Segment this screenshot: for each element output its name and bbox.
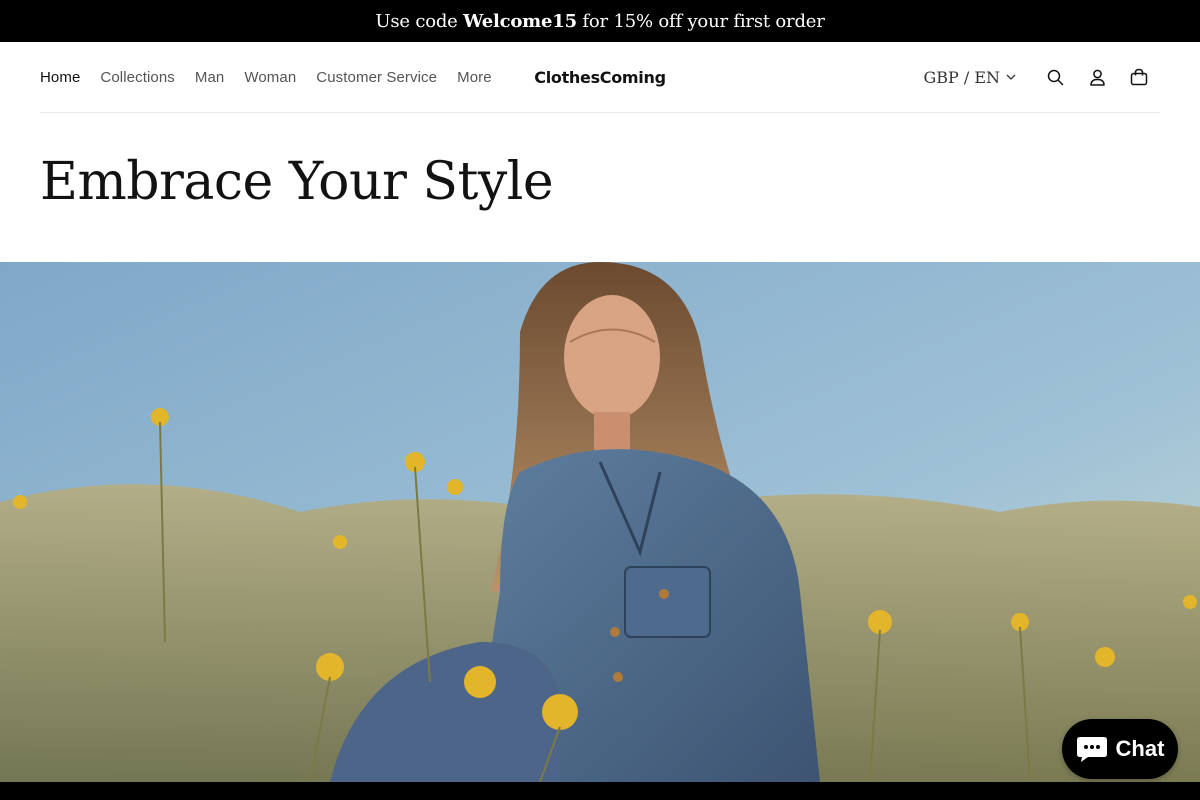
account-icon bbox=[1089, 69, 1105, 86]
nav-item-man[interactable]: Man bbox=[195, 69, 224, 86]
cart-button[interactable] bbox=[1118, 56, 1160, 98]
chat-button[interactable]: Chat bbox=[1062, 719, 1178, 779]
account-button[interactable] bbox=[1076, 56, 1118, 98]
hero-title: Embrace Your Style bbox=[40, 152, 554, 212]
promo-code: Welcome15 bbox=[463, 10, 577, 32]
chat-label: Chat bbox=[1115, 736, 1165, 761]
bottom-bar bbox=[0, 782, 1200, 800]
nav-item-home[interactable]: Home bbox=[40, 69, 80, 86]
chevron-down-icon bbox=[1006, 74, 1016, 80]
site-header: Home Collections Man Woman Customer Serv… bbox=[40, 42, 1160, 113]
brand-logo[interactable]: ClothesComing bbox=[534, 42, 666, 112]
announcement-suffix: for 15% off your first order bbox=[576, 10, 825, 32]
nav-item-customer-service[interactable]: Customer Service bbox=[316, 69, 437, 86]
cart-icon bbox=[1130, 68, 1148, 86]
chat-bubble-icon bbox=[1076, 737, 1107, 762]
search-button[interactable] bbox=[1034, 56, 1076, 98]
nav-item-more[interactable]: More bbox=[457, 69, 492, 86]
locale-selector[interactable]: GBP / EN bbox=[923, 68, 1016, 87]
nav-item-woman[interactable]: Woman bbox=[244, 69, 296, 86]
hero-illustration bbox=[0, 262, 1200, 782]
header-actions: GBP / EN bbox=[923, 42, 1160, 112]
search-icon bbox=[1047, 69, 1063, 85]
announcement-prefix: Use code bbox=[375, 10, 464, 32]
main-nav: Home Collections Man Woman Customer Serv… bbox=[40, 42, 512, 112]
nav-item-collections[interactable]: Collections bbox=[100, 69, 174, 86]
hero-image bbox=[0, 262, 1200, 782]
locale-label: GBP / EN bbox=[923, 67, 1000, 87]
announcement-bar: Use code Welcome15 for 15% off your firs… bbox=[0, 0, 1200, 42]
